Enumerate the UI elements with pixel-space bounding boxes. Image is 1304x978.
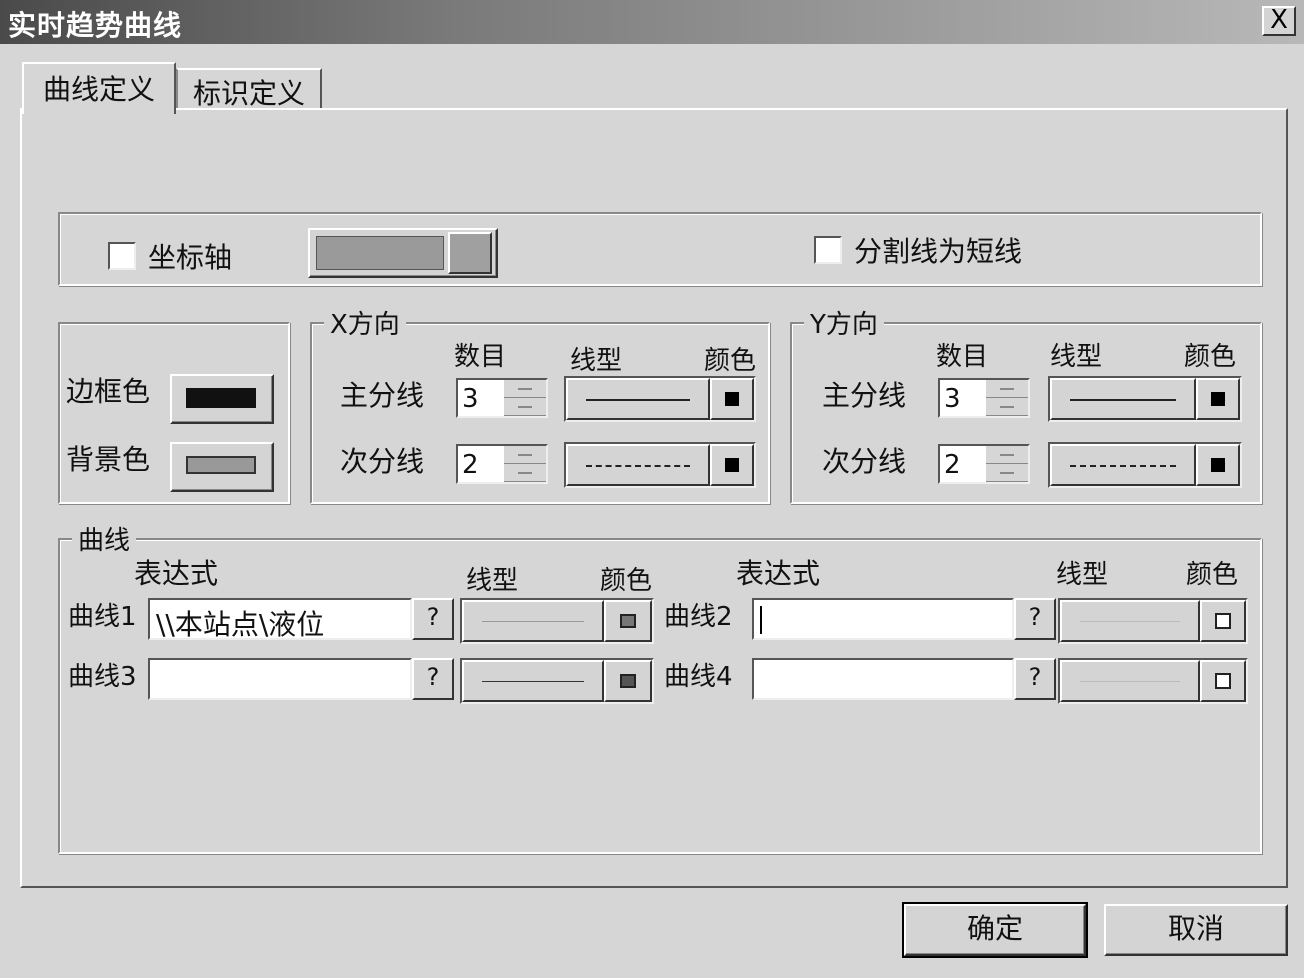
y-major-count-value: 3 [944,384,961,414]
divider-short-checkbox[interactable] [814,236,842,264]
x-minor-color-button[interactable] [710,444,754,486]
curve4-label: 曲线4 [664,662,733,692]
tab-curve-definition[interactable]: 曲线定义 [22,62,176,114]
curve2-label: 曲线2 [664,602,733,632]
curve3-linetype-combo[interactable] [460,658,654,704]
curves-legend: 曲线 [72,520,137,557]
axis-color-dropdown[interactable] [448,232,492,274]
x-major-count-value: 3 [462,384,479,414]
x-major-color-button[interactable] [710,378,754,420]
curve4-expression-input[interactable] [752,658,1014,700]
left-header-linetype: 线型 [466,566,519,596]
x-minor-count-spinner[interactable]: 2 [456,444,548,484]
y-minor-spin-arrows[interactable] [986,446,1028,482]
curve3-color-button[interactable] [604,660,652,702]
y-major-count-spinner[interactable]: 3 [938,378,1030,418]
frame-colors-group: 边框色 背景色 [58,322,290,504]
curve1-label: 曲线1 [68,602,137,632]
x-major-spin-arrows[interactable] [504,380,546,416]
x-col-color: 颜色 [704,346,757,376]
axis-label: 坐标轴 [148,241,233,274]
curve3-label: 曲线3 [68,662,137,692]
left-header-expression: 表达式 [134,557,219,590]
y-direction-group: Y方向 数目 线型 颜色 主分线 3 次分线 2 [790,304,1262,504]
x-major-label: 主分线 [340,379,425,412]
background-color-label: 背景色 [66,443,151,476]
y-major-label: 主分线 [822,379,907,412]
right-header-linetype: 线型 [1056,560,1109,590]
curve2-linetype[interactable] [1060,600,1200,642]
x-minor-linetype[interactable] [566,444,710,486]
ok-button[interactable]: 确定 [902,902,1088,958]
border-color-swatch [186,388,256,408]
tab-panel: 坐标轴 分割线为短线 边框色 背景色 X方向 数目 线型 颜色 主分线 3 次分… [20,108,1288,888]
curve1-linetype-combo[interactable] [460,598,654,644]
curve2-color-button[interactable] [1200,600,1246,642]
close-button[interactable]: X [1262,6,1296,36]
window-title: 实时趋势曲线 [8,9,183,42]
curve4-linetype[interactable] [1060,660,1200,702]
x-minor-label: 次分线 [340,445,425,478]
curve4-color-button[interactable] [1200,660,1246,702]
border-color-button[interactable] [170,374,274,424]
y-major-color-button[interactable] [1196,378,1240,420]
x-minor-spin-arrows[interactable] [504,446,546,482]
y-col-linetype: 线型 [1050,342,1103,372]
curve4-browse-button[interactable]: ? [1014,658,1056,700]
x-minor-count-value: 2 [462,450,479,480]
y-major-spin-arrows[interactable] [986,380,1028,416]
curve1-browse-button[interactable]: ? [412,598,454,640]
y-major-linetype[interactable] [1050,378,1196,420]
text-caret [760,606,762,634]
curve1-linetype[interactable] [462,600,604,642]
left-header-color: 颜色 [600,566,653,596]
right-header-color: 颜色 [1186,560,1239,590]
x-major-count-spinner[interactable]: 3 [456,378,548,418]
curve3-expression-input[interactable] [148,658,412,700]
x-direction-group: X方向 数目 线型 颜色 主分线 3 次分线 2 [310,304,770,504]
background-color-button[interactable] [170,442,274,492]
title-bar: 实时趋势曲线 X [0,0,1304,44]
curve1-color-button[interactable] [604,600,652,642]
curves-group: 曲线 表达式 线型 颜色 表达式 线型 颜色 曲线1 \\本站点\液位 ? 曲线… [58,520,1262,854]
axis-color-swatch [316,236,444,270]
curve2-browse-button[interactable]: ? [1014,598,1056,640]
x-direction-legend: X方向 [324,304,406,341]
curve4-linetype-combo[interactable] [1058,658,1248,704]
background-color-swatch [186,456,256,474]
axis-color-button[interactable] [308,228,498,278]
tab-marker-definition[interactable]: 标识定义 [176,68,322,110]
curve2-expression-input[interactable] [752,598,1014,640]
cancel-button[interactable]: 取消 [1104,904,1288,956]
curve3-browse-button[interactable]: ? [412,658,454,700]
y-direction-legend: Y方向 [804,304,884,341]
x-major-linetype-combo[interactable] [564,376,756,422]
curve3-linetype[interactable] [462,660,604,702]
y-minor-count-value: 2 [944,450,961,480]
right-header-expression: 表达式 [736,557,821,590]
border-color-label: 边框色 [66,375,151,408]
y-col-count: 数目 [936,342,989,372]
y-minor-linetype-combo[interactable] [1048,442,1242,488]
axis-checkbox[interactable] [108,242,136,270]
curve2-linetype-combo[interactable] [1058,598,1248,644]
divider-short-label: 分割线为短线 [854,235,1023,268]
x-col-linetype: 线型 [570,346,623,376]
x-major-linetype[interactable] [566,378,710,420]
x-col-count: 数目 [454,342,507,372]
y-minor-linetype[interactable] [1050,444,1196,486]
y-col-color: 颜色 [1184,342,1237,372]
y-minor-color-button[interactable] [1196,444,1240,486]
y-minor-count-spinner[interactable]: 2 [938,444,1030,484]
y-major-linetype-combo[interactable] [1048,376,1242,422]
curve1-expression-value: \\本站点\液位 [156,608,325,641]
x-minor-linetype-combo[interactable] [564,442,756,488]
axis-group: 坐标轴 分割线为短线 [58,212,1262,286]
y-minor-label: 次分线 [822,445,907,478]
curve1-expression-input[interactable]: \\本站点\液位 [148,598,412,641]
